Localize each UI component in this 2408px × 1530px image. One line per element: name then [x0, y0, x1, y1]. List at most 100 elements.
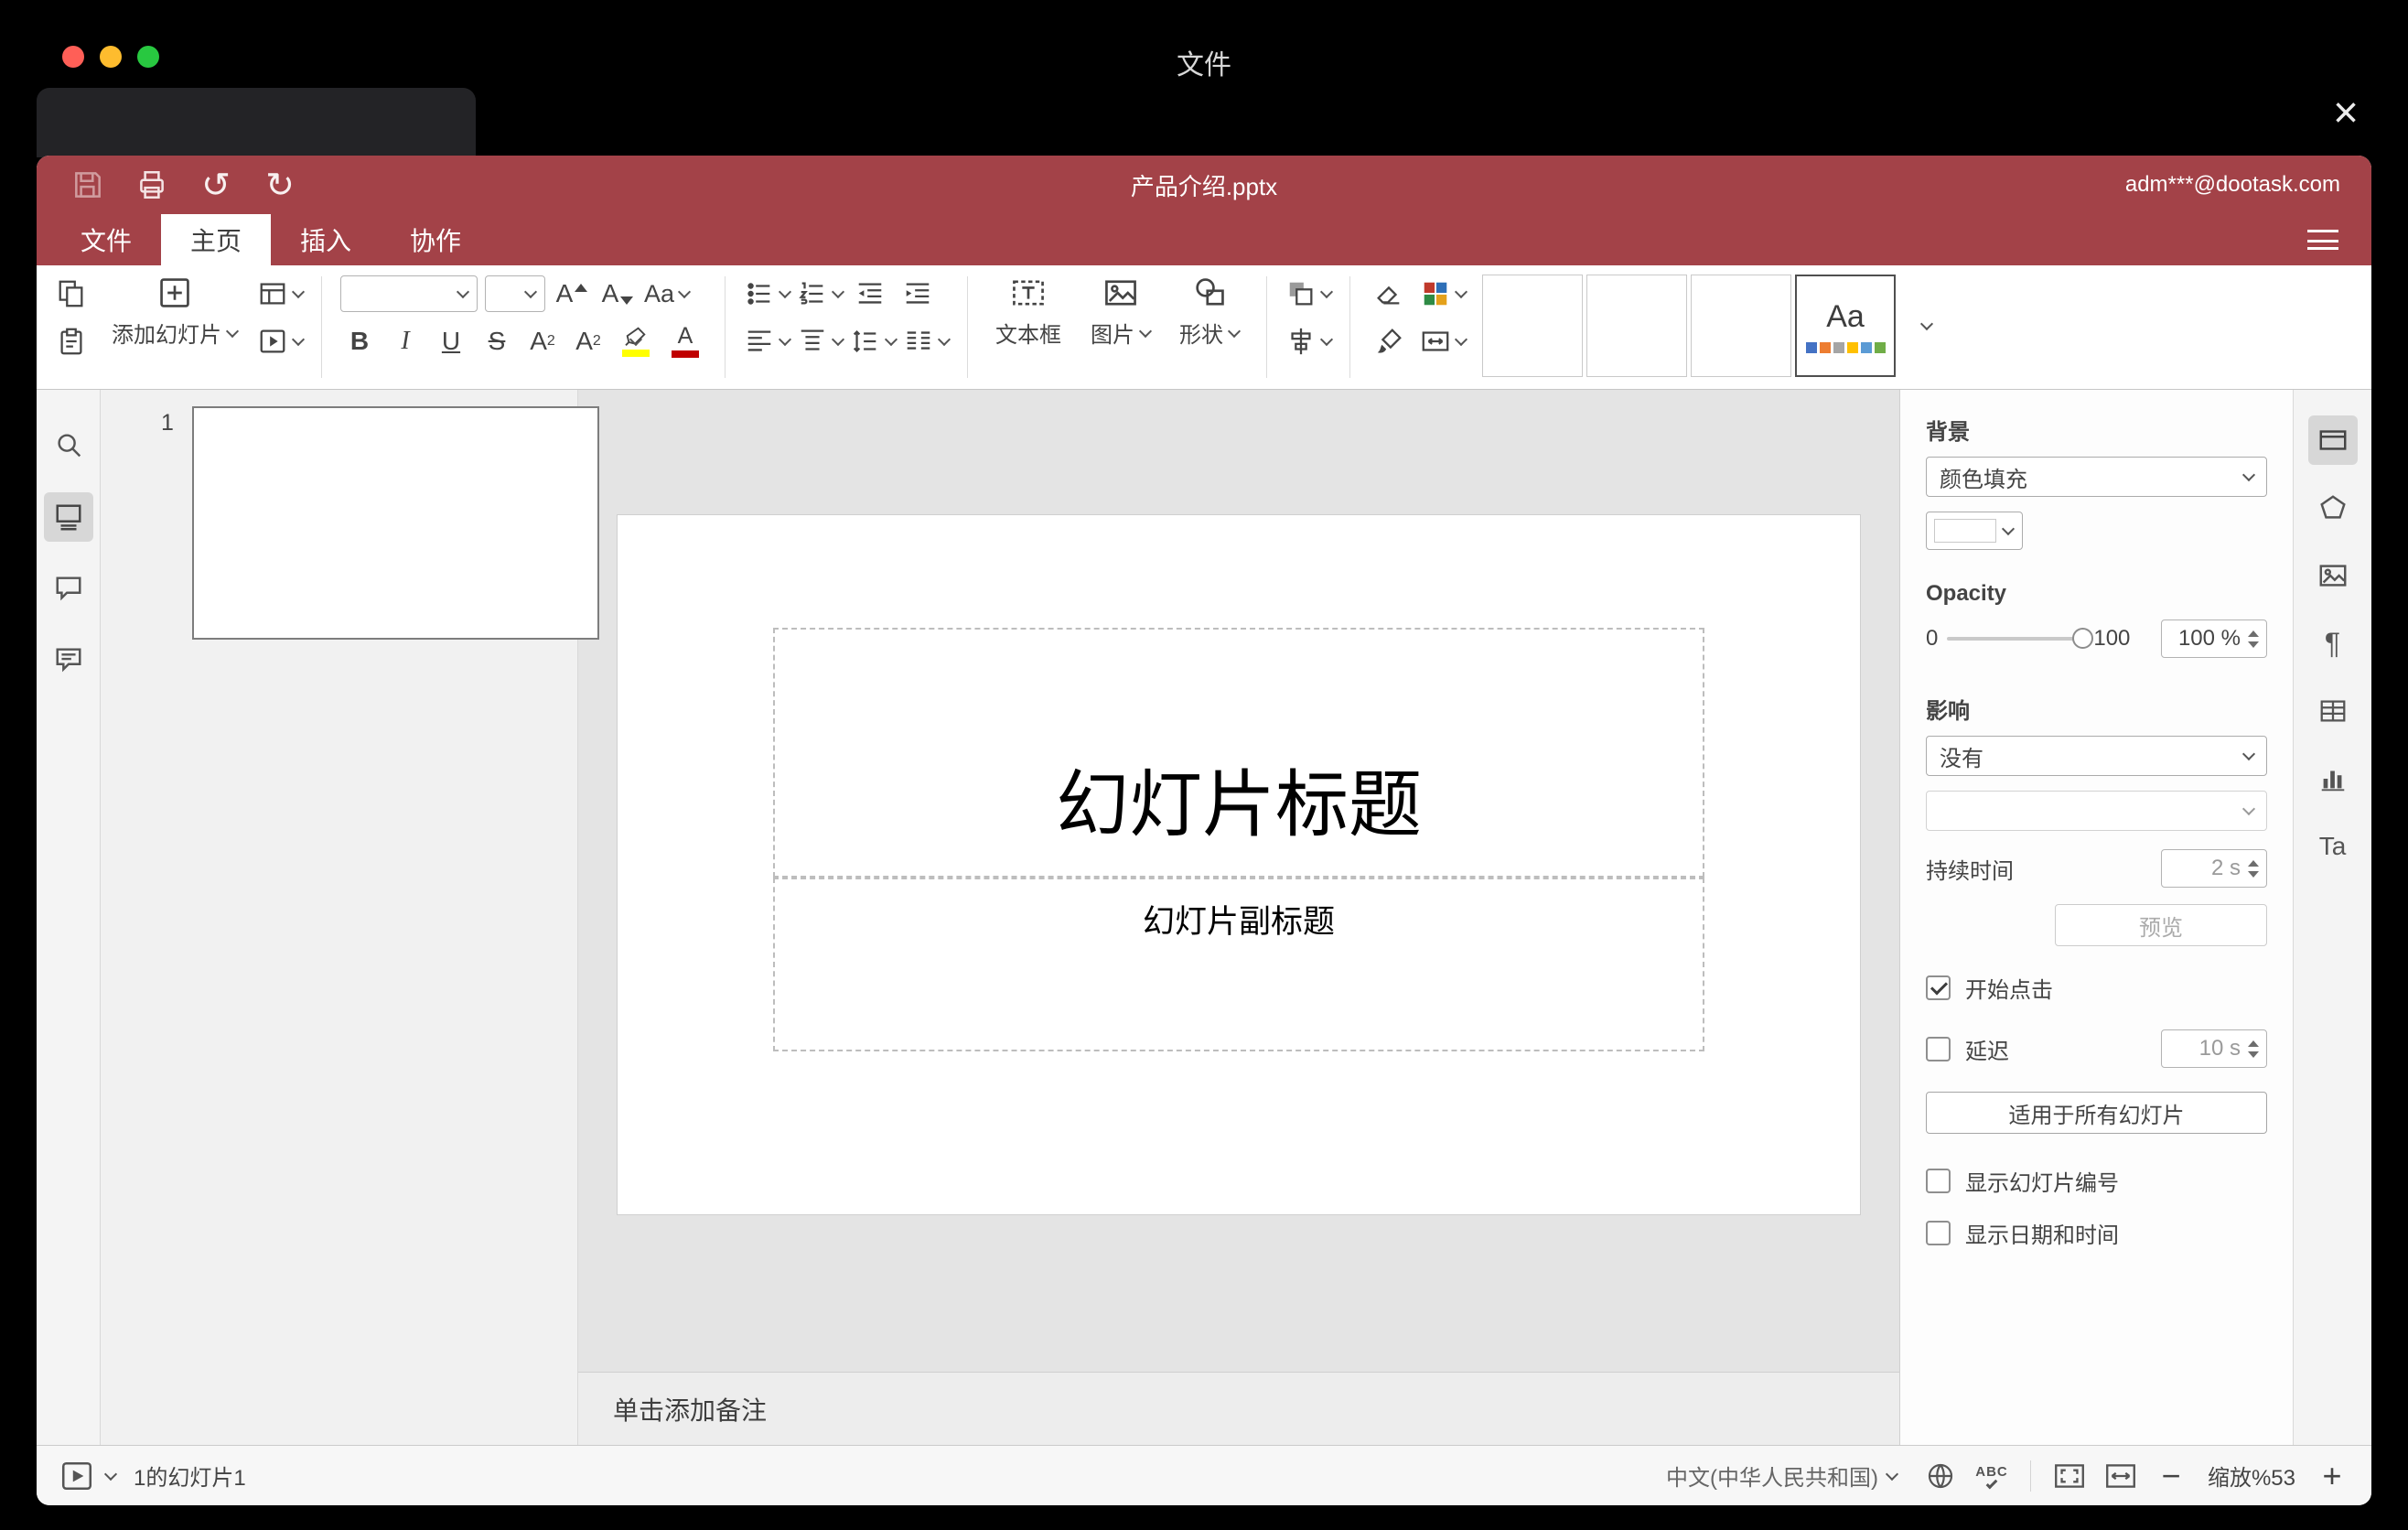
align-shape-button[interactable]: [1285, 322, 1334, 361]
chart-settings-button[interactable]: [2308, 754, 2358, 803]
editor-window: 产品介绍.pptx ↺ ↻ adm***@dootask.com 文件 主页 插…: [37, 156, 2371, 1505]
theme-slot[interactable]: [1691, 275, 1791, 377]
bold-button[interactable]: B: [340, 322, 379, 361]
theme-slot-selected[interactable]: Aa: [1795, 275, 1896, 377]
delay-checkbox[interactable]: [1926, 1036, 1951, 1061]
copy-style-button[interactable]: [1369, 322, 1409, 361]
subscript-button[interactable]: A2: [569, 322, 607, 361]
image-settings-button[interactable]: [2308, 551, 2358, 600]
font-name-select[interactable]: [340, 275, 478, 312]
save-button[interactable]: [68, 165, 108, 205]
arrange-shape-button[interactable]: [1285, 275, 1334, 313]
theme-slot[interactable]: [1482, 275, 1583, 377]
language-selector[interactable]: 中文(中华人民共和国): [1666, 1460, 1899, 1492]
theme-gallery-expand-button[interactable]: [1907, 275, 1947, 377]
transition-effect-select[interactable]: 没有: [1926, 736, 2267, 776]
spinner-arrows-icon[interactable]: [2248, 1040, 2259, 1058]
menu-icon[interactable]: [2307, 230, 2338, 250]
duration-input[interactable]: 2 s: [2161, 849, 2267, 888]
clear-style-button[interactable]: [1369, 275, 1409, 313]
start-slideshow-button[interactable]: [257, 322, 306, 361]
document-language-button[interactable]: [1920, 1456, 1961, 1496]
image-settings-icon: [2319, 565, 2346, 587]
increase-font-button[interactable]: A: [553, 275, 591, 313]
table-settings-button[interactable]: [2308, 686, 2358, 736]
tab-collaboration[interactable]: 协作: [381, 214, 490, 265]
tab-file[interactable]: 文件: [51, 214, 161, 265]
zoom-in-button[interactable]: +: [2313, 1457, 2351, 1495]
underline-button[interactable]: U: [432, 322, 470, 361]
toolbar-separator: [967, 276, 968, 378]
print-button[interactable]: [132, 165, 172, 205]
insert-shape-button[interactable]: 形状: [1170, 275, 1248, 349]
slide-layout-button[interactable]: [257, 275, 306, 313]
strikethrough-button[interactable]: S: [478, 322, 516, 361]
insert-textbox-button[interactable]: 文本框: [986, 275, 1070, 349]
vertical-align-button[interactable]: [797, 322, 845, 361]
chevron-down-icon: [778, 285, 792, 299]
fit-to-width-button[interactable]: [2101, 1456, 2141, 1496]
color-scheme-button[interactable]: [1420, 275, 1468, 313]
show-slide-number-checkbox[interactable]: [1926, 1169, 1951, 1193]
shape-settings-button[interactable]: [2308, 483, 2358, 533]
italic-button[interactable]: I: [386, 322, 425, 361]
opacity-slider[interactable]: [1947, 628, 2094, 649]
slider-knob[interactable]: [2072, 628, 2094, 649]
highlight-color-button[interactable]: [615, 322, 657, 361]
chat-button[interactable]: [44, 635, 93, 684]
copy-style-icon: [1377, 329, 1402, 353]
font-size-select[interactable]: [485, 275, 545, 312]
line-spacing-button[interactable]: [850, 322, 898, 361]
slides-panel-button[interactable]: [43, 492, 93, 542]
fit-to-slide-button[interactable]: [2049, 1456, 2090, 1496]
preview-button[interactable]: 预览: [2055, 904, 2267, 946]
notes-area[interactable]: 单击添加备注: [578, 1372, 1899, 1445]
subtitle-placeholder[interactable]: 幻灯片副标题: [773, 878, 1704, 1051]
superscript-button[interactable]: A2: [523, 322, 562, 361]
decrease-font-button[interactable]: A: [598, 275, 637, 313]
theme-slot[interactable]: [1586, 275, 1687, 377]
start-preview-button[interactable]: [57, 1456, 97, 1496]
close-icon[interactable]: ×: [2333, 92, 2359, 135]
apply-to-all-slides-button[interactable]: 适用于所有幻灯片: [1926, 1092, 2267, 1134]
redo-button[interactable]: ↻: [260, 165, 300, 205]
comments-button[interactable]: [44, 564, 93, 613]
slide-size-button[interactable]: [1420, 322, 1468, 361]
show-date-time-checkbox[interactable]: [1926, 1221, 1951, 1245]
tab-insert[interactable]: 插入: [271, 214, 381, 265]
numbering-button[interactable]: [797, 275, 845, 313]
spinner-arrows-icon[interactable]: [2248, 630, 2259, 648]
slide-settings-button[interactable]: [2307, 415, 2358, 465]
background-fill-select[interactable]: 颜色填充: [1926, 457, 2267, 497]
decrease-indent-button[interactable]: [850, 275, 890, 313]
text-art-settings-button[interactable]: Ta: [2308, 822, 2358, 871]
start-on-click-checkbox[interactable]: [1926, 975, 1951, 1000]
change-case-button[interactable]: Aa: [644, 275, 692, 313]
increase-indent-button[interactable]: [898, 275, 938, 313]
search-button[interactable]: [44, 421, 93, 470]
horizontal-align-button[interactable]: [744, 322, 792, 361]
delay-input[interactable]: 10 s: [2161, 1029, 2267, 1068]
background-color-picker[interactable]: [1926, 512, 2023, 550]
zoom-out-button[interactable]: −: [2152, 1457, 2190, 1495]
paragraph-settings-button[interactable]: ¶: [2308, 619, 2358, 668]
insert-image-button[interactable]: 图片: [1081, 275, 1159, 349]
add-slide-button[interactable]: 添加幻灯片: [102, 275, 246, 349]
undo-button[interactable]: ↺: [196, 165, 236, 205]
columns-button[interactable]: [903, 322, 951, 361]
slide-thumbnail[interactable]: [192, 406, 599, 640]
slide-canvas[interactable]: 幻灯片标题 幻灯片副标题: [618, 515, 1860, 1214]
paste-button[interactable]: [51, 322, 91, 361]
opacity-input[interactable]: 100 %: [2161, 620, 2267, 658]
bullets-button[interactable]: [744, 275, 792, 313]
font-color-button[interactable]: A: [664, 322, 706, 361]
chevron-down-icon[interactable]: [103, 1467, 118, 1481]
transition-type-select[interactable]: [1926, 791, 2267, 831]
chat-icon: [55, 648, 81, 673]
spell-check-button[interactable]: ABC: [1972, 1456, 2012, 1496]
spinner-arrows-icon[interactable]: [2248, 859, 2259, 878]
effect-label: 影响: [1926, 699, 1970, 724]
copy-button[interactable]: [51, 275, 91, 313]
tab-home[interactable]: 主页: [161, 214, 272, 265]
title-placeholder[interactable]: 幻灯片标题: [773, 628, 1704, 878]
